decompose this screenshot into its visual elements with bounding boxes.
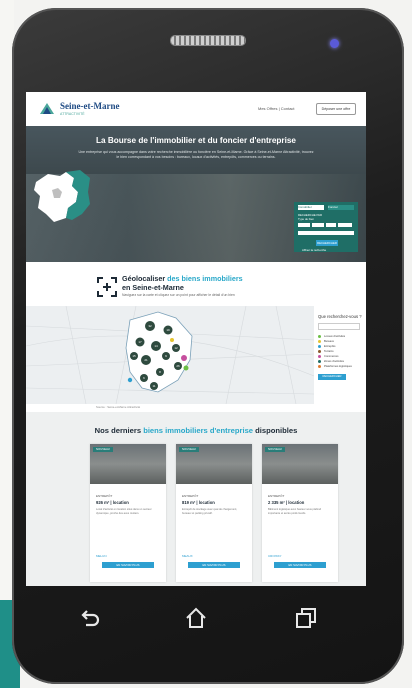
refine-link[interactable]: Affiner la recherche <box>302 248 326 252</box>
geolocation-section: Géolocaliser des biens immobiliers en Se… <box>26 262 366 412</box>
search-panel: Immobilier Foncier RECHERCHE PAR Type de… <box>294 202 358 252</box>
map-cluster[interactable]: 12 <box>172 344 180 352</box>
map-cluster[interactable]: 8 <box>156 368 164 376</box>
filter-box-1[interactable] <box>298 223 310 227</box>
sidebar-search-input[interactable] <box>318 323 360 330</box>
property-size: 2 335 m² | location <box>268 500 305 505</box>
property-location: CROISSY <box>268 554 282 558</box>
learn-more-button[interactable]: EN SAVOIR PLUS <box>188 562 240 568</box>
map-cluster[interactable]: 21 <box>141 355 151 365</box>
map-cluster[interactable]: 32 <box>145 321 155 331</box>
svg-text:19: 19 <box>166 328 170 332</box>
filter-box-2[interactable] <box>312 223 324 227</box>
listings-title: Nos derniers biens immobiliers d'entrepr… <box>94 426 298 435</box>
map-cluster[interactable]: 14 <box>151 341 161 351</box>
map-marker[interactable] <box>170 338 174 342</box>
learn-more-button[interactable]: EN SAVOIR PLUS <box>102 562 154 568</box>
logo-icon[interactable] <box>38 100 56 118</box>
map-cluster[interactable]: 19 <box>163 325 173 335</box>
property-description: Bâtiment logistique avec hauteur sous pl… <box>268 508 322 515</box>
hero-banner: La Bourse de l'immobilier et du foncier … <box>26 126 366 262</box>
listings-section: Nos derniers biens immobiliers d'entrepr… <box>26 412 366 586</box>
logo-text[interactable]: Seine-et-Marne <box>60 101 119 111</box>
property-size: 819 m² | location <box>182 500 215 505</box>
property-description: Local d'activité en location situé dans … <box>96 508 152 515</box>
site-navbar: Seine-et-Marne ATTRACTIVITÉ Mes Offres |… <box>26 92 366 127</box>
filter-box-4[interactable] <box>338 223 352 227</box>
search-button[interactable]: RECHERCHER <box>316 240 338 246</box>
svg-text:12: 12 <box>174 346 178 350</box>
geo-title: Géolocaliser des biens immobiliers en Se… <box>122 274 243 292</box>
front-camera <box>330 39 339 48</box>
svg-text:15: 15 <box>132 354 136 358</box>
map-cluster[interactable]: 26 <box>174 362 182 370</box>
tab-immobilier[interactable]: Immobilier <box>298 205 324 210</box>
hero-title: La Bourse de l'immobilier et du foncier … <box>96 136 296 145</box>
property-type: ENTREPÔT <box>96 494 113 498</box>
filter-box-3[interactable] <box>326 223 336 227</box>
map-cluster[interactable]: 9 <box>162 352 170 360</box>
map-cluster[interactable]: 17 <box>135 337 145 347</box>
property-card[interactable]: NOUVEAU ENTREPÔT 819 m² | location Entre… <box>176 444 252 582</box>
logo-subtitle: ATTRACTIVITÉ <box>60 112 85 116</box>
home-icon[interactable] <box>184 606 208 630</box>
property-location: MELUN <box>96 554 107 558</box>
property-card[interactable]: NOUVEAU ENTREPÔT 926 m² | location Local… <box>90 444 166 582</box>
speaker-grille <box>171 36 245 45</box>
svg-text:11: 11 <box>152 384 155 388</box>
property-type: ENTREPÔT <box>182 494 199 498</box>
post-offer-button[interactable]: Déposer une offre <box>316 103 356 115</box>
android-nav-bar <box>26 596 366 646</box>
map-cluster[interactable]: 11 <box>150 382 158 390</box>
phone-screen: Seine-et-Marne ATTRACTIVITÉ Mes Offres |… <box>26 92 366 586</box>
map-cluster[interactable]: 15 <box>130 352 138 360</box>
legend-item[interactable]: Plateformes logistiques <box>318 364 366 369</box>
sidebar-search-button[interactable]: RECHERCHER <box>318 374 346 380</box>
new-badge: NOUVEAU <box>93 447 113 452</box>
geo-subtitle: Naviguez sur la carte et cliquez sur un … <box>122 293 235 297</box>
map-marker[interactable] <box>127 377 133 383</box>
search-input[interactable] <box>298 231 354 235</box>
svg-text:14: 14 <box>154 344 158 348</box>
property-size: 926 m² | location <box>96 500 129 505</box>
tab-foncier[interactable]: Foncier <box>328 205 354 210</box>
search-sidebar: Que recherchez-vous ? Locaux d'activités… <box>318 314 366 402</box>
recent-apps-icon[interactable] <box>294 606 318 630</box>
svg-text:17: 17 <box>138 340 142 344</box>
map-source-note: Source : Seine-et-Marne Attractivité <box>96 405 141 409</box>
property-card[interactable]: NOUVEAU ENTREPÔT 2 335 m² | location Bât… <box>262 444 338 582</box>
hero-description: Une entreprise qui vous accompagne dans … <box>78 150 314 159</box>
svg-text:21: 21 <box>144 358 148 362</box>
property-type: ENTREPÔT <box>268 494 285 498</box>
map-marker[interactable] <box>181 355 187 361</box>
svg-text:26: 26 <box>176 364 180 368</box>
new-badge: NOUVEAU <box>265 447 285 452</box>
sidebar-title: Que recherchez-vous ? <box>318 314 362 319</box>
property-description: Entrepôt de stockage avec quai de charge… <box>182 508 238 515</box>
property-location: MEAUX <box>182 554 193 558</box>
new-badge: NOUVEAU <box>179 447 199 452</box>
crosshair-icon <box>97 277 117 297</box>
map-marker[interactable] <box>183 365 189 371</box>
type-checkbox[interactable]: Type de bien <box>298 217 314 221</box>
learn-more-button[interactable]: EN SAVOIR PLUS <box>274 562 326 568</box>
map-canvas[interactable]: 32 19 17 14 21 9 12 8 6 15 26 11 <box>26 306 314 404</box>
nav-links[interactable]: Mes Offres | Contact <box>258 106 295 111</box>
region-map-icon <box>34 170 90 222</box>
map-cluster[interactable]: 6 <box>140 374 148 382</box>
svg-text:32: 32 <box>148 324 152 328</box>
property-map[interactable]: 32 19 17 14 21 9 12 8 6 15 26 11 <box>26 306 314 404</box>
back-icon[interactable] <box>78 606 102 630</box>
